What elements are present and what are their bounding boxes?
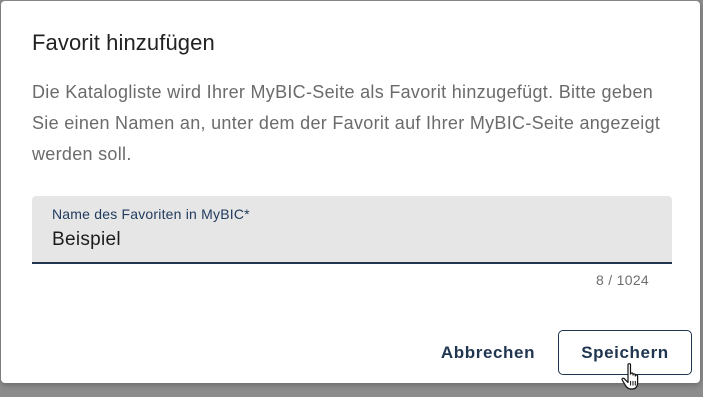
dialog-description: Die Katalogliste wird Ihrer MyBIC-Seite … <box>32 82 661 164</box>
favorite-name-input[interactable] <box>52 226 652 254</box>
hand-pointer-cursor-icon <box>621 363 639 390</box>
favorite-name-label: Name des Favoriten in MyBIC* <box>52 206 250 222</box>
dialog-title: Favorit hinzufügen <box>32 30 215 55</box>
favorite-name-field[interactable]: Name des Favoriten in MyBIC* <box>32 196 672 264</box>
character-counter: 8 / 1024 <box>596 272 649 288</box>
cancel-button[interactable]: Abbrechen <box>427 332 549 374</box>
add-favorite-dialog: Favorit hinzufügen Die Katalogliste wird… <box>1 1 700 383</box>
